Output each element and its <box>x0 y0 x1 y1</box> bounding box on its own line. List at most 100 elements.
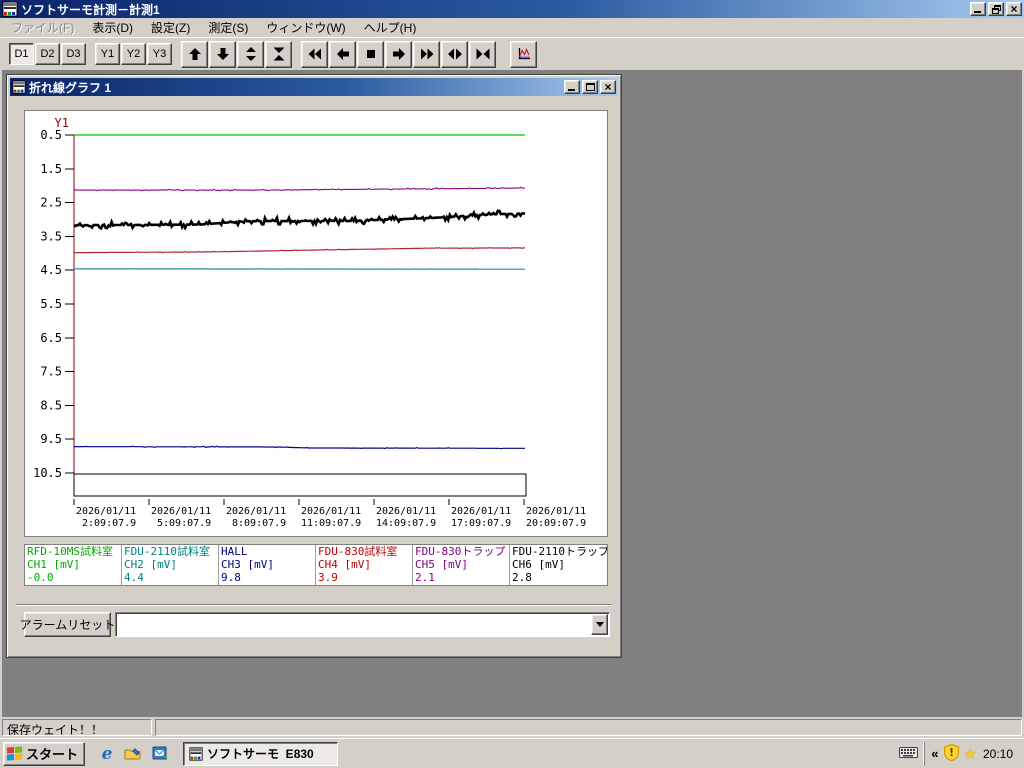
x-tick-date: 2026/01/11 <box>151 506 211 517</box>
system-tray: « ! ★ 20:10 <box>924 741 1021 766</box>
fast-rewind-icon <box>308 48 321 60</box>
x-tick-date: 2026/01/11 <box>301 506 361 517</box>
star-icon[interactable]: ★ <box>964 745 977 763</box>
display-d1-button[interactable]: D1 <box>9 43 34 65</box>
tray-chevron-button[interactable]: « <box>931 746 938 761</box>
arrow-right-button[interactable] <box>385 40 412 68</box>
app-icon <box>2 1 18 17</box>
legend-cell-ch3: HALL CH3 [mV] 9.8 <box>219 545 316 585</box>
main-title-bar: ソフトサーモ計測－計測1 × <box>0 0 1024 18</box>
quick-launch-bar: e <box>97 744 169 764</box>
main-window: ソフトサーモ計測－計測1 × ファイル(F) 表示(D) 設定(Z) 測定(S) ウィン… <box>0 0 1024 738</box>
y-tick-label: 7.5 <box>40 365 62 379</box>
alarm-message-combobox[interactable] <box>115 612 610 637</box>
security-shield-icon[interactable]: ! <box>943 743 960 764</box>
minimize-icon <box>974 11 981 13</box>
arrow-down-button[interactable] <box>209 40 236 68</box>
expand-horizontal-button[interactable] <box>441 40 468 68</box>
channel-legend: RFD-10MS試料室 CH1 [mV] -0.0 FDU-2110試料室 CH2 [m… <box>24 544 608 586</box>
fast-forward-icon <box>420 48 433 60</box>
arrow-up-button[interactable] <box>181 40 208 68</box>
expand-vertical-button[interactable] <box>237 40 264 68</box>
arrow-down-icon <box>216 48 229 60</box>
series-ch3 <box>74 445 525 450</box>
stop-button[interactable] <box>357 40 384 68</box>
fast-forward-button[interactable] <box>413 40 440 68</box>
menu-item-2[interactable]: 設定(Z) <box>142 17 199 39</box>
task-button-softthermo[interactable]: ソフトサーモ E830 <box>183 741 339 766</box>
x-tick-time: 17:09:07.9 <box>451 518 511 529</box>
graph-window-icon <box>12 80 26 94</box>
chevron-down-icon <box>595 622 604 627</box>
windows-logo-icon <box>7 746 23 761</box>
arrow-left-icon <box>336 48 349 60</box>
app-icon <box>189 746 203 761</box>
graph-window: 折れ線グラフ 1 × Y1 0.5 1.5 2.5 3.5 4.5 5.5 6.5 7.5 8.5… <box>6 74 622 658</box>
internet-explorer-icon[interactable]: e <box>97 744 117 764</box>
series-ch6 <box>73 209 526 231</box>
menu-item-1[interactable]: 表示(D) <box>83 17 142 39</box>
line-chart: Y10.51.52.53.54.55.56.57.58.59.510.52026… <box>33 116 586 529</box>
combobox-value <box>116 613 590 636</box>
x-tick-date: 2026/01/11 <box>376 506 436 517</box>
status-message: 保存ウェイト！！ <box>2 719 152 736</box>
graph-minimize-button[interactable] <box>564 80 580 94</box>
y-tick-label: 0.5 <box>40 128 62 142</box>
legend-cell-ch4: FDU-830試料室 CH4 [mV] 3.9 <box>316 545 413 585</box>
tray-clock: 20:10 <box>982 746 1013 761</box>
close-button[interactable]: × <box>1006 2 1022 16</box>
axis-y1-button[interactable]: Y1 <box>95 43 120 65</box>
legend-cell-ch6: FDU-2110トラップ CH6 [mV] 2.8 <box>512 545 607 584</box>
legend-cell-ch1: RFD-10MS試料室 CH1 [mV] -0.0 <box>25 545 122 585</box>
combobox-dropdown-button[interactable] <box>591 614 608 635</box>
x-tick-date: 2026/01/11 <box>526 506 586 517</box>
compress-vertical-button[interactable] <box>265 40 292 68</box>
svg-text:!: ! <box>949 746 954 759</box>
menu-item-5[interactable]: ヘルプ(H) <box>355 17 426 39</box>
graph-window-title-bar: 折れ線グラフ 1 × <box>10 78 618 96</box>
arrow-right-icon <box>392 48 405 60</box>
axis-y2-button[interactable]: Y2 <box>121 43 146 65</box>
maximize-icon <box>585 83 595 91</box>
arrow-left-button[interactable] <box>329 40 356 68</box>
compress-vertical-icon <box>273 47 284 61</box>
display-d2-button[interactable]: D2 <box>35 43 60 65</box>
graph-window-title: 折れ線グラフ 1 <box>29 80 112 95</box>
series-ch4 <box>73 247 525 254</box>
line-graph-icon <box>518 48 530 60</box>
y-tick-label: 5.5 <box>40 297 62 311</box>
collapse-horizontal-button[interactable] <box>469 40 496 68</box>
menu-bar: ファイル(F) 表示(D) 設定(Z) 測定(S) ウィンドウ(W) ヘルプ(H) <box>0 18 1024 37</box>
status-bar: 保存ウェイト！！ <box>0 717 1024 738</box>
task-button-label: ソフトサーモ E830 <box>207 747 314 761</box>
restore-button[interactable] <box>988 2 1004 16</box>
x-tick-time: 11:09:07.9 <box>301 518 361 529</box>
x-tick-time: 8:09:07.9 <box>232 518 286 529</box>
graph-maximize-button[interactable] <box>582 80 598 94</box>
y-tick-label: 9.5 <box>40 432 62 446</box>
close-icon: × <box>1010 2 1018 16</box>
x-tick-date: 2026/01/11 <box>76 506 136 517</box>
arrow-up-icon <box>188 48 201 60</box>
axis-y3-button[interactable]: Y3 <box>147 43 172 65</box>
minimize-button[interactable] <box>970 2 986 16</box>
taskbar: スタート e ソフトサーモ E830 « ! ★ 20:10 <box>0 738 1024 768</box>
line-graph-button[interactable] <box>510 40 537 68</box>
menu-item-0[interactable]: ファイル(F) <box>2 17 83 39</box>
alarm-reset-button[interactable]: アラームリセット <box>20 612 115 637</box>
keyboard-icon[interactable] <box>899 746 919 762</box>
menu-item-4[interactable]: ウィンドウ(W) <box>257 17 354 39</box>
show-desktop-icon[interactable] <box>123 744 143 764</box>
y-tick-label: 1.5 <box>40 162 62 176</box>
fast-rewind-button[interactable] <box>301 40 328 68</box>
display-d3-button[interactable]: D3 <box>61 43 86 65</box>
y-tick-label: 2.5 <box>40 196 62 210</box>
outlook-express-icon[interactable] <box>149 744 169 764</box>
menu-item-3[interactable]: 測定(S) <box>199 17 257 39</box>
toolbar: D1 D2 D3 Y1 Y2 Y3 <box>0 37 1024 70</box>
minimize-icon <box>568 89 575 91</box>
graph-close-button[interactable]: × <box>600 80 616 94</box>
start-button[interactable]: スタート <box>3 741 86 766</box>
divider <box>16 604 612 606</box>
x-tick-date: 2026/01/11 <box>226 506 286 517</box>
